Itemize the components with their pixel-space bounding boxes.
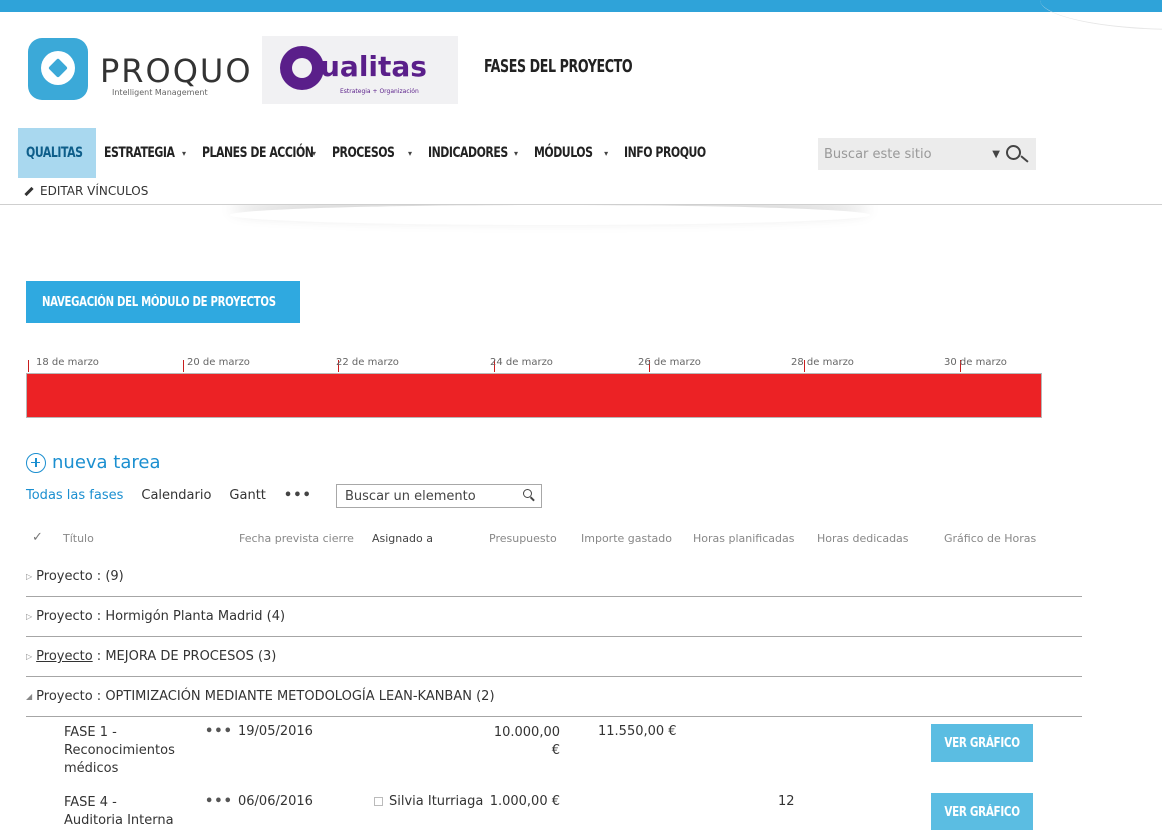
search-icon[interactable]	[521, 488, 541, 504]
site-search[interactable]: Buscar este sitio ▼	[818, 138, 1036, 170]
view-chart-button[interactable]: VER GRÁFICO	[931, 724, 1033, 762]
partner-tagline: Estrategia + Organización	[340, 88, 419, 95]
nav-item-estrategia[interactable]: ESTRATEGIA	[96, 128, 192, 178]
column-header-planned-hours[interactable]: Horas planificadas	[693, 532, 794, 545]
top-decoration	[1040, 0, 1162, 30]
site-search-input[interactable]: Buscar este sitio	[824, 147, 992, 162]
nav-item-qualitas[interactable]: QUALITAS	[18, 128, 96, 178]
brand-name: PROQUO	[100, 52, 253, 90]
more-views-icon[interactable]: •••	[284, 488, 312, 503]
row-due-date: 19/05/2016	[238, 724, 313, 739]
nav-item-planes-de-accion[interactable]: PLANES DE ACCIÓN	[194, 128, 322, 178]
timeline-label: 26 de marzo	[638, 357, 701, 368]
edit-links-label: EDITAR VÍNCULOS	[40, 184, 149, 198]
top-navigation: QUALITAS ESTRATEGIA ▾ PLANES DE ACCIÓN ▾…	[18, 128, 716, 178]
row-spent: 11.550,00 €	[598, 724, 677, 739]
column-header-assigned[interactable]: Asignado a	[372, 532, 433, 545]
partner-name: ualitas	[320, 50, 427, 83]
chevron-down-icon[interactable]: ▾	[408, 149, 412, 158]
group-row[interactable]: ▷ Proyecto : Hormigón Planta Madrid (4)	[26, 597, 1082, 637]
column-header-dedicated-hours[interactable]: Horas dedicadas	[817, 532, 909, 545]
timeline-label: 20 de marzo	[187, 357, 250, 368]
row-budget: 1.000,00 €	[489, 794, 560, 809]
select-all-checkbox[interactable]: ✓	[32, 530, 43, 545]
edit-links[interactable]: EDITAR VÍNCULOS	[24, 184, 148, 198]
chevron-down-icon[interactable]: ▾	[514, 149, 518, 158]
nav-item-modulos[interactable]: MÓDULOS	[526, 128, 614, 178]
view-all-phases[interactable]: Todas las fases	[26, 488, 123, 503]
row-assigned[interactable]: Silvia Iturriaga	[374, 794, 483, 809]
nav-item-procesos[interactable]: PROCESOS	[324, 128, 418, 178]
divider	[0, 204, 1162, 205]
brand-tagline: Intelligent Management	[112, 88, 208, 97]
plus-circle-icon	[26, 452, 46, 473]
row-menu-icon[interactable]: •••	[205, 724, 233, 739]
expand-icon[interactable]: ▷	[26, 612, 32, 621]
group-row[interactable]: ▷ Proyecto : MEJORA DE PROCESOS (3)	[26, 637, 1082, 677]
column-header-budget[interactable]: Presupuesto	[489, 532, 557, 545]
timeline-tick	[183, 360, 184, 372]
timeline-tick	[28, 360, 29, 372]
expand-icon[interactable]: ▷	[26, 652, 32, 661]
view-gantt[interactable]: Gantt	[229, 488, 265, 503]
chevron-down-icon[interactable]: ▼	[992, 149, 1000, 160]
new-task-label: nueva tarea	[52, 452, 161, 473]
timeline-bar[interactable]	[26, 373, 1042, 418]
project-module-navigation-button[interactable]: NAVEGACIÓN DEL MÓDULO DE PROYECTOS	[26, 281, 300, 323]
row-planned-hours: 12	[778, 794, 795, 809]
timeline-label: 18 de marzo	[36, 357, 99, 368]
row-title[interactable]: FASE 1 - Reconocimientos médicos	[64, 724, 175, 778]
group-row[interactable]: ◢ Proyecto : OPTIMIZACIÓN MEDIANTE METOD…	[26, 677, 1082, 717]
row-budget: 10.000,00 €	[493, 725, 560, 758]
top-accent-bar	[0, 0, 1162, 12]
row-title[interactable]: FASE 4 - Auditoria Interna	[64, 794, 174, 830]
timeline-label: 22 de marzo	[336, 357, 399, 368]
view-chart-button[interactable]: VER GRÁFICO	[931, 793, 1033, 830]
qualitas-q-icon	[280, 46, 324, 90]
group-prefix: Proyecto	[36, 609, 93, 624]
timeline-label: 28 de marzo	[791, 357, 854, 368]
timeline-label: 24 de marzo	[490, 357, 553, 368]
chevron-down-icon[interactable]: ▾	[182, 149, 186, 158]
shadow-decoration	[230, 205, 870, 225]
new-task-link[interactable]: nueva tarea	[26, 452, 161, 473]
group-prefix-link[interactable]: Proyecto	[36, 649, 93, 664]
group-label: : MEJORA DE PROCESOS (3)	[92, 649, 277, 664]
row-due-date: 06/06/2016	[238, 794, 313, 809]
qualitas-logo[interactable]: ualitas Estrategia + Organización	[262, 36, 458, 104]
group-label: : OPTIMIZACIÓN MEDIANTE METODOLOGÍA LEAN…	[92, 689, 495, 704]
group-label: : Hormigón Planta Madrid (4)	[92, 609, 286, 624]
group-prefix: Proyecto	[36, 569, 93, 584]
list-search-input[interactable]: Buscar un elemento	[345, 489, 521, 504]
list-search[interactable]: Buscar un elemento	[336, 484, 542, 508]
chevron-down-icon[interactable]: ▾	[604, 149, 608, 158]
view-calendar[interactable]: Calendario	[141, 488, 211, 503]
timeline-label: 30 de marzo	[944, 357, 1007, 368]
group-prefix: Proyecto	[36, 689, 93, 704]
row-menu-icon[interactable]: •••	[205, 794, 233, 809]
column-header-due-date[interactable]: Fecha prevista cierre	[239, 532, 354, 545]
expand-icon[interactable]: ▷	[26, 572, 32, 581]
search-icon[interactable]	[1006, 144, 1030, 164]
person-icon	[374, 797, 383, 806]
group-label: : (9)	[92, 569, 124, 584]
column-header-title[interactable]: Título	[63, 532, 94, 545]
nav-item-info-proquo[interactable]: INFO PROQUO	[616, 128, 716, 178]
proquo-logo-icon[interactable]	[28, 38, 88, 100]
group-row[interactable]: ▷ Proyecto : (9)	[26, 557, 1082, 597]
nav-item-indicadores[interactable]: INDICADORES	[420, 128, 524, 178]
column-header-hours-chart[interactable]: Gráfico de Horas	[944, 532, 1036, 545]
collapse-icon[interactable]: ◢	[26, 692, 32, 701]
pencil-icon	[24, 186, 34, 196]
column-header-spent[interactable]: Importe gastado	[581, 532, 672, 545]
page-title: FASES DEL PROYECTO	[484, 56, 633, 77]
view-selector: Todas las fases Calendario Gantt •••	[26, 488, 312, 503]
